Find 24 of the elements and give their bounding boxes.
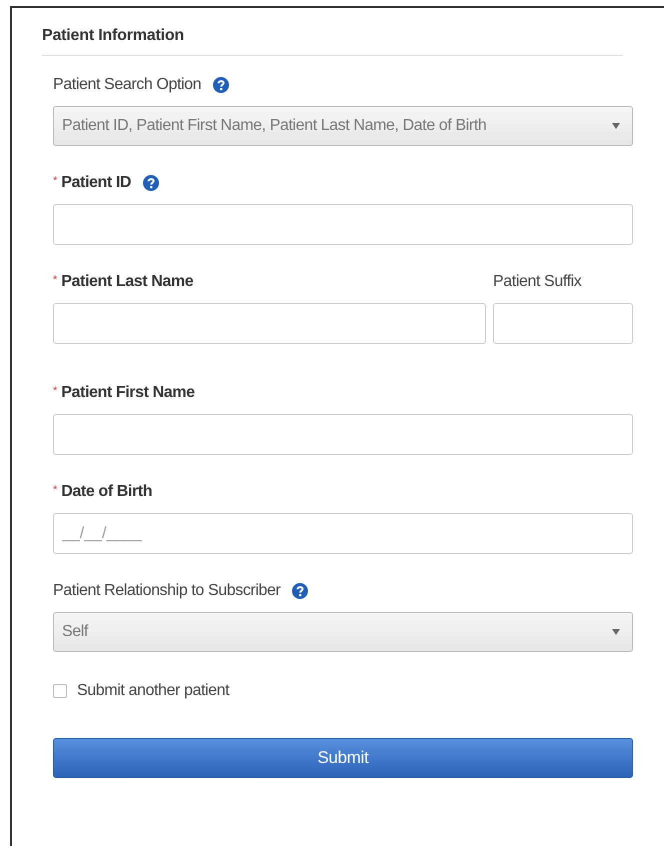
checkbox-label: Submit another patient (77, 682, 230, 700)
field-label: Patient Relationship to Subscriber (53, 582, 280, 600)
input-field[interactable] (53, 204, 633, 245)
required-mark: * (53, 274, 58, 286)
input-field[interactable] (53, 303, 486, 344)
field-label: Patient Search Option (53, 76, 202, 94)
field-label: Patient Last Name (61, 273, 194, 291)
input-field[interactable]: __/__/____ (53, 513, 633, 554)
input-field[interactable] (53, 414, 633, 455)
input-field[interactable] (493, 303, 633, 344)
required-mark: * (53, 484, 58, 496)
caret-icon (612, 123, 620, 129)
checkbox[interactable] (53, 684, 67, 698)
required-mark: * (53, 175, 58, 187)
field-label: Patient First Name (61, 384, 195, 402)
field-label: Patient Suffix (493, 273, 582, 291)
caret-icon (612, 629, 620, 635)
field-label: Date of Birth (61, 483, 152, 501)
dropdown[interactable]: Patient ID, Patient First Name, Patient Last Name, Date of Birth (53, 106, 633, 146)
section-title: Patient Information (41, 26, 184, 46)
field-label: Patient ID (61, 174, 132, 192)
required-mark: * (53, 385, 58, 397)
dropdown[interactable]: Self (53, 612, 633, 652)
submit-button[interactable]: Submit (53, 738, 633, 778)
